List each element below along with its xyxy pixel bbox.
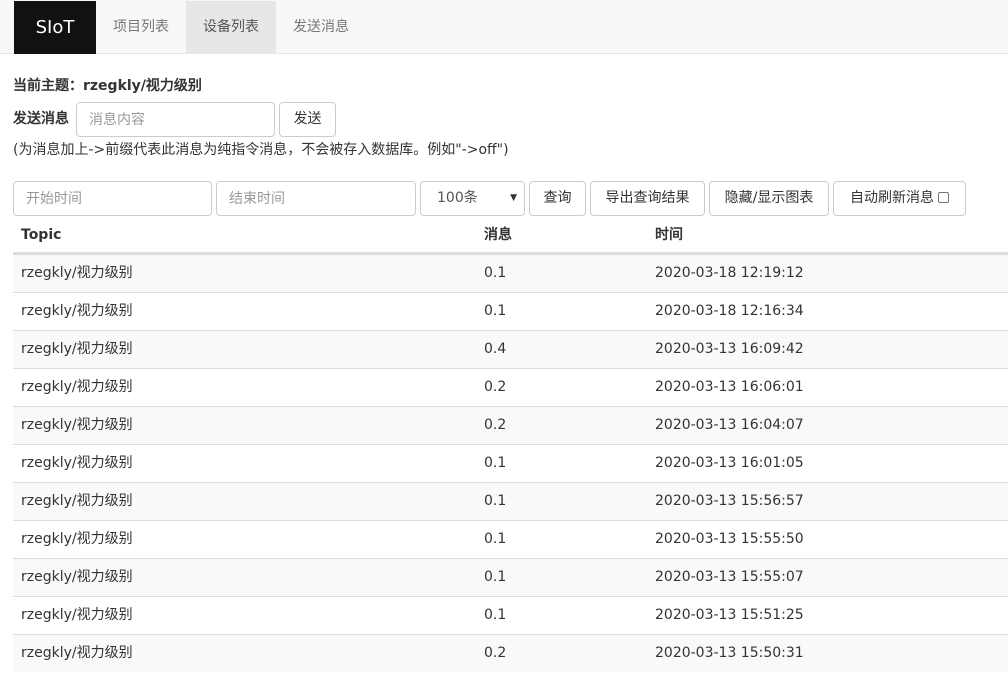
end-time-input[interactable] bbox=[216, 181, 416, 216]
cell-topic: rzegkly/视力级别 bbox=[21, 265, 133, 281]
current-topic-label: 当前主题：rzegkly/视力级别 bbox=[13, 78, 202, 94]
caret-down-icon: ▼ bbox=[510, 193, 517, 203]
cell-topic: rzegkly/视力级别 bbox=[21, 455, 133, 471]
cell-topic: rzegkly/视力级别 bbox=[21, 569, 133, 585]
cell-topic: rzegkly/视力级别 bbox=[21, 531, 133, 547]
result-limit-value: 100条 bbox=[437, 190, 478, 206]
cell-message: 0.1 bbox=[484, 493, 507, 509]
cell-topic: rzegkly/视力级别 bbox=[21, 379, 133, 395]
column-header-message: 消息 bbox=[484, 227, 512, 243]
table-row: rzegkly/视力级别 0.1 2020-03-13 15:56:57 bbox=[13, 482, 1008, 520]
cell-message: 0.2 bbox=[484, 645, 507, 661]
cell-message: 0.1 bbox=[484, 265, 507, 281]
auto-refresh-label: 自动刷新消息 bbox=[850, 190, 934, 206]
cell-message: 0.1 bbox=[484, 303, 507, 319]
nav-item-projects[interactable]: 项目列表 bbox=[96, 1, 186, 54]
table-row: rzegkly/视力级别 0.2 2020-03-13 15:50:31 bbox=[13, 634, 1008, 672]
navbar: SIoT 项目列表 设备列表 发送消息 bbox=[0, 0, 1008, 54]
cell-message: 0.1 bbox=[484, 531, 507, 547]
toggle-chart-button[interactable]: 隐藏/显示图表 bbox=[709, 181, 829, 216]
column-header-topic: Topic bbox=[21, 227, 62, 243]
cell-time: 2020-03-13 16:09:42 bbox=[655, 341, 804, 357]
cell-time: 2020-03-18 12:16:34 bbox=[655, 303, 804, 319]
cell-topic: rzegkly/视力级别 bbox=[21, 341, 133, 357]
message-content-input[interactable] bbox=[76, 102, 275, 137]
messages-table: Topic 消息 时间 rzegkly/视力级别 0.1 2020-03-18 … bbox=[13, 216, 1008, 672]
table-row: rzegkly/视力级别 0.1 2020-03-13 16:01:05 bbox=[13, 444, 1008, 482]
table-row: rzegkly/视力级别 0.2 2020-03-13 16:06:01 bbox=[13, 368, 1008, 406]
column-header-time: 时间 bbox=[655, 227, 683, 243]
auto-refresh-button[interactable]: 自动刷新消息 bbox=[833, 181, 966, 216]
query-button[interactable]: 查询 bbox=[529, 181, 586, 216]
nav-item-devices[interactable]: 设备列表 bbox=[186, 1, 276, 54]
table-row: rzegkly/视力级别 0.1 2020-03-13 15:55:07 bbox=[13, 558, 1008, 596]
start-time-input[interactable] bbox=[13, 181, 212, 216]
table-row: rzegkly/视力级别 0.2 2020-03-13 16:04:07 bbox=[13, 406, 1008, 444]
cell-message: 0.2 bbox=[484, 417, 507, 433]
cell-message: 0.1 bbox=[484, 569, 507, 585]
cell-time: 2020-03-13 16:04:07 bbox=[655, 417, 804, 433]
cell-time: 2020-03-13 16:06:01 bbox=[655, 379, 804, 395]
cell-time: 2020-03-13 15:55:07 bbox=[655, 569, 804, 585]
table-row: rzegkly/视力级别 0.1 2020-03-18 12:19:12 bbox=[13, 254, 1008, 292]
cell-time: 2020-03-13 16:01:05 bbox=[655, 455, 804, 471]
table-row: rzegkly/视力级别 0.1 2020-03-18 12:16:34 bbox=[13, 292, 1008, 330]
nav-item-send-message[interactable]: 发送消息 bbox=[276, 1, 366, 54]
cell-message: 0.1 bbox=[484, 607, 507, 623]
send-message-label: 发送消息 bbox=[13, 111, 69, 127]
cell-topic: rzegkly/视力级别 bbox=[21, 417, 133, 433]
cell-topic: rzegkly/视力级别 bbox=[21, 607, 133, 623]
brand-logo[interactable]: SIoT bbox=[14, 1, 96, 54]
auto-refresh-checkbox[interactable] bbox=[938, 192, 949, 203]
cell-topic: rzegkly/视力级别 bbox=[21, 303, 133, 319]
export-results-button[interactable]: 导出查询结果 bbox=[590, 181, 705, 216]
cell-time: 2020-03-13 15:56:57 bbox=[655, 493, 804, 509]
table-row: rzegkly/视力级别 0.4 2020-03-13 16:09:42 bbox=[13, 330, 1008, 368]
cell-message: 0.2 bbox=[484, 379, 507, 395]
cell-message: 0.1 bbox=[484, 455, 507, 471]
cell-topic: rzegkly/视力级别 bbox=[21, 493, 133, 509]
table-header: Topic 消息 时间 bbox=[13, 216, 1008, 254]
cell-message: 0.4 bbox=[484, 341, 507, 357]
result-limit-select[interactable]: 100条 ▼ bbox=[420, 181, 525, 216]
cell-time: 2020-03-13 15:50:31 bbox=[655, 645, 804, 661]
cell-time: 2020-03-18 12:19:12 bbox=[655, 265, 804, 281]
command-hint-text: (为消息加上->前缀代表此消息为纯指令消息，不会被存入数据库。例如"->off"… bbox=[13, 142, 509, 158]
send-button[interactable]: 发送 bbox=[279, 102, 336, 137]
cell-time: 2020-03-13 15:55:50 bbox=[655, 531, 804, 547]
table-row: rzegkly/视力级别 0.1 2020-03-13 15:51:25 bbox=[13, 596, 1008, 634]
table-row: rzegkly/视力级别 0.1 2020-03-13 15:55:50 bbox=[13, 520, 1008, 558]
cell-topic: rzegkly/视力级别 bbox=[21, 645, 133, 661]
cell-time: 2020-03-13 15:51:25 bbox=[655, 607, 804, 623]
